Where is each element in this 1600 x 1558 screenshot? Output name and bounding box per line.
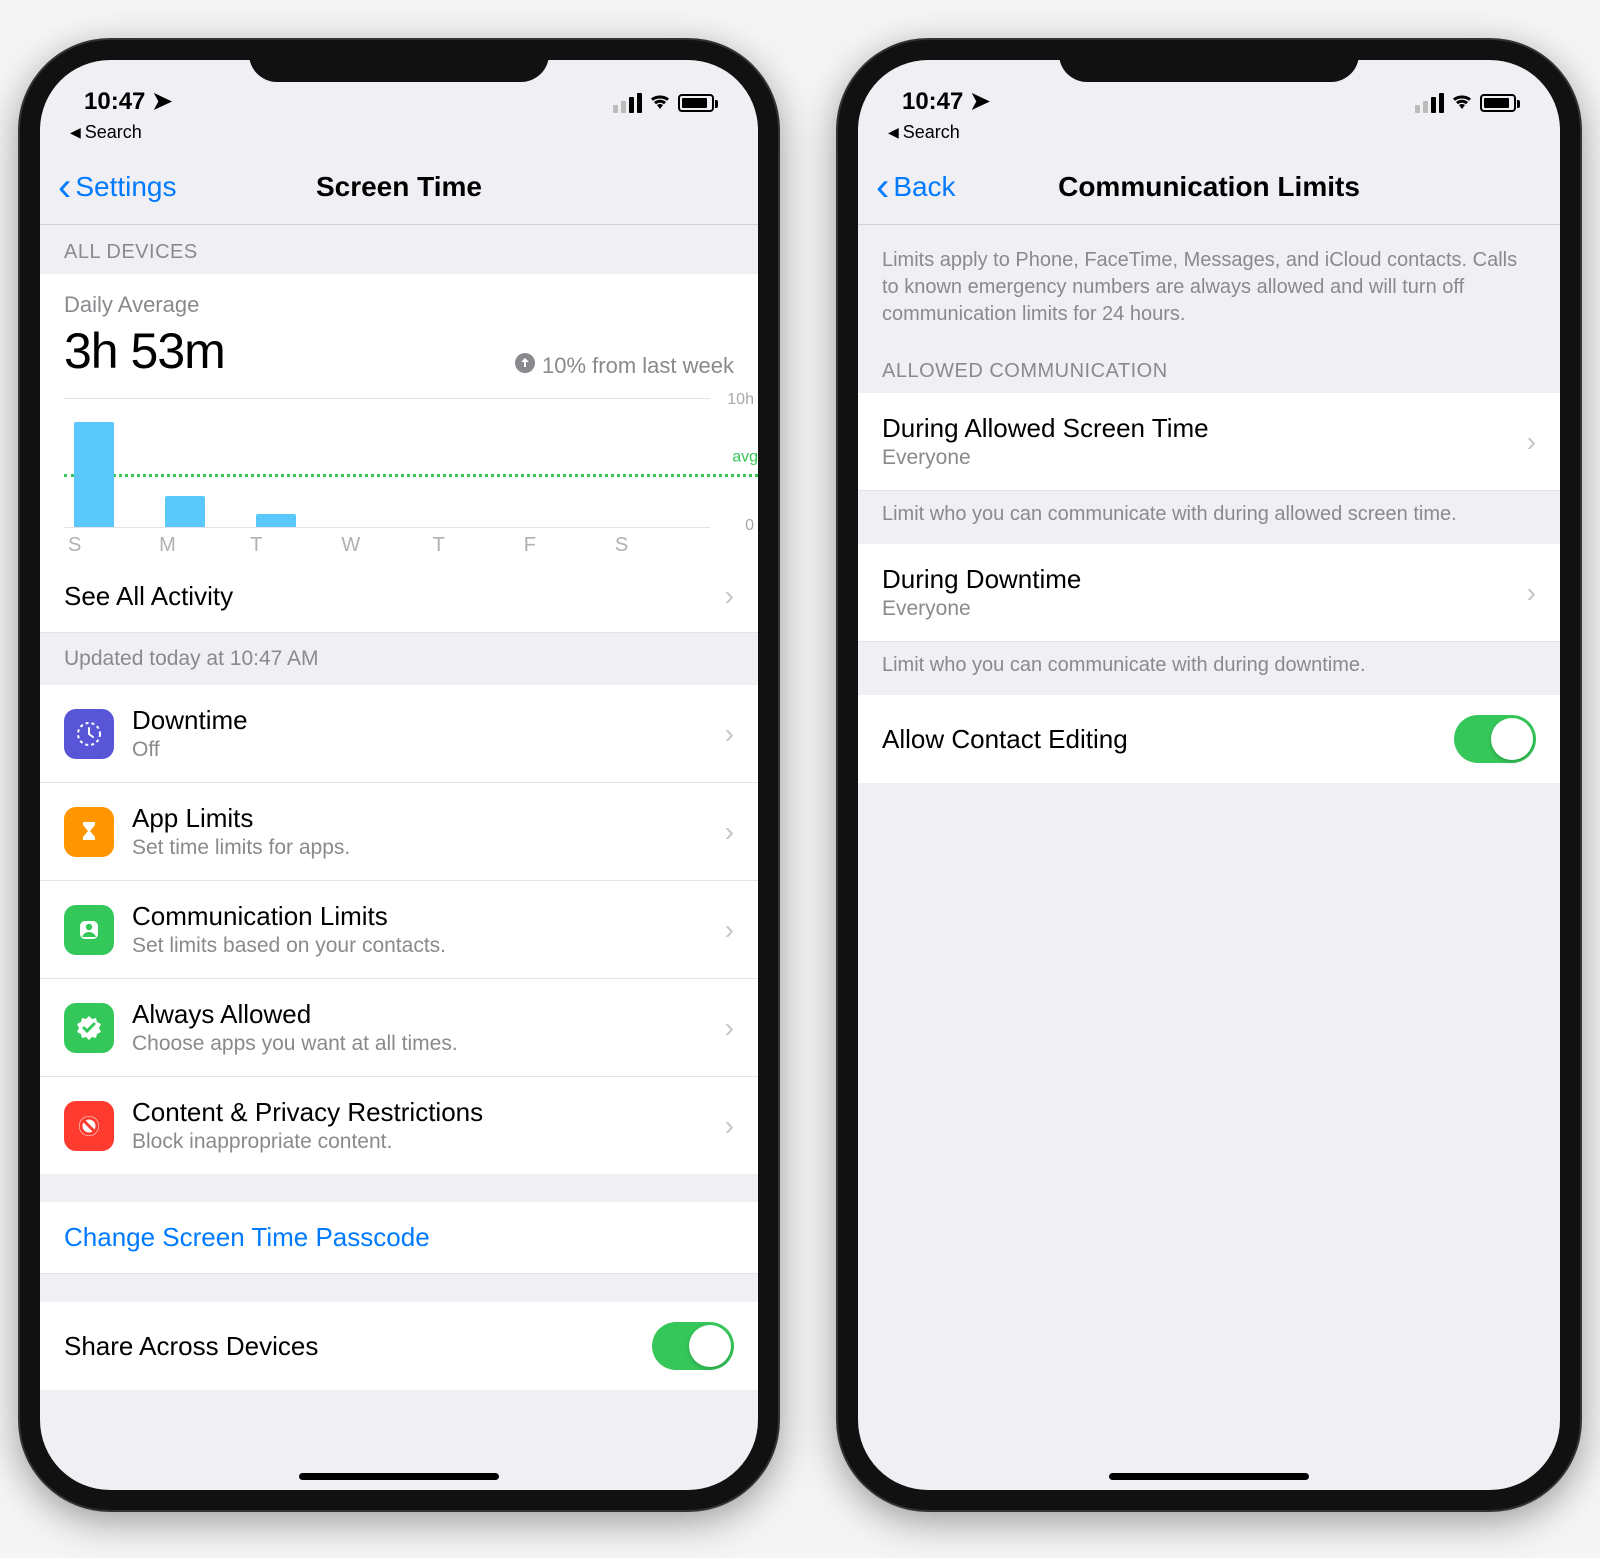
change-passcode-row[interactable]: Change Screen Time Passcode (40, 1202, 758, 1274)
checkmark-badge-icon (64, 1003, 114, 1053)
nav-back-button[interactable]: ‹ Settings (58, 171, 177, 203)
home-indicator[interactable] (299, 1473, 499, 1480)
chevron-right-icon: › (725, 1012, 734, 1044)
during-downtime-row[interactable]: During Downtime Everyone › (858, 544, 1560, 642)
section-header-allowed: ALLOWED COMMUNICATION (858, 344, 1560, 393)
wifi-icon (648, 90, 672, 116)
chevron-right-icon: › (1527, 577, 1536, 609)
content-restrictions-row[interactable]: Content & Privacy Restrictions Block ina… (40, 1077, 758, 1174)
no-entry-icon (64, 1101, 114, 1151)
status-time: 10:47 ➤ (902, 87, 990, 116)
section-header-all-devices: ALL DEVICES (40, 225, 758, 274)
see-all-activity-row[interactable]: See All Activity › (40, 560, 758, 633)
nav-back-button[interactable]: ‹ Back (876, 171, 956, 203)
chart-avg-line (64, 474, 758, 477)
status-time: 10:47 ➤ (84, 87, 172, 116)
allow-contact-editing-row: Allow Contact Editing (858, 695, 1560, 783)
breadcrumb[interactable]: ◀Search (40, 120, 758, 149)
chevron-right-icon: › (725, 580, 734, 612)
daily-average-label: Daily Average (64, 292, 734, 318)
chevron-left-icon: ‹ (876, 177, 889, 197)
hourglass-icon (64, 807, 114, 857)
breadcrumb[interactable]: ◀Search (858, 120, 1560, 149)
person-icon (64, 905, 114, 955)
nav-bar: ‹ Settings Screen Time (40, 149, 758, 225)
cellular-icon (613, 93, 642, 113)
during-allowed-row[interactable]: During Allowed Screen Time Everyone › (858, 393, 1560, 491)
battery-icon (678, 94, 714, 112)
share-toggle[interactable] (652, 1322, 734, 1370)
home-indicator[interactable] (1109, 1473, 1309, 1480)
chart-bar (165, 496, 205, 527)
app-limits-row[interactable]: App Limits Set time limits for apps. › (40, 783, 758, 881)
location-icon: ➤ (970, 88, 990, 115)
chevron-right-icon: › (725, 816, 734, 848)
arrow-up-icon (514, 352, 536, 380)
communication-limits-row[interactable]: Communication Limits Set limits based on… (40, 881, 758, 979)
daily-average-value: 3h 53m (64, 322, 225, 380)
contact-editing-toggle[interactable] (1454, 715, 1536, 763)
chevron-right-icon: › (725, 1110, 734, 1142)
nav-bar: ‹ Back Communication Limits (858, 149, 1560, 225)
share-across-devices-row: Share Across Devices (40, 1302, 758, 1390)
phone-frame-right: 10:47 ➤ ◀Search ‹ Back Communication Lim… (838, 40, 1580, 1510)
intro-text: Limits apply to Phone, FaceTime, Message… (858, 225, 1560, 344)
downtime-row[interactable]: Downtime Off › (40, 685, 758, 783)
page-title: Screen Time (316, 171, 482, 203)
daily-average-card: Daily Average 3h 53m 10% from last week (40, 274, 758, 380)
page-title: Communication Limits (1058, 171, 1360, 203)
wifi-icon (1450, 90, 1474, 116)
daily-delta: 10% from last week (514, 352, 734, 380)
chart-bar (74, 422, 114, 527)
cellular-icon (1415, 93, 1444, 113)
back-triangle-icon: ◀ (888, 124, 899, 141)
downtime-icon (64, 709, 114, 759)
downtime-footer: Limit who you can communicate with durin… (858, 642, 1560, 695)
chevron-right-icon: › (725, 914, 734, 946)
back-triangle-icon: ◀ (70, 124, 81, 141)
phone-frame-left: 10:47 ➤ ◀Search ‹ Settings Screen Time A… (20, 40, 778, 1510)
chevron-left-icon: ‹ (58, 177, 71, 197)
battery-icon (1480, 94, 1516, 112)
chevron-right-icon: › (725, 718, 734, 750)
always-allowed-row[interactable]: Always Allowed Choose apps you want at a… (40, 979, 758, 1077)
chart-x-labels: SMTWTFS (64, 528, 710, 557)
notch (1059, 40, 1359, 82)
usage-chart: 10h 0 avg SMTWTFS (40, 380, 758, 560)
chevron-right-icon: › (1527, 426, 1536, 458)
allowed-footer: Limit who you can communicate with durin… (858, 491, 1560, 544)
notch (249, 40, 549, 82)
location-icon: ➤ (152, 88, 172, 115)
chart-avg-label: avg (732, 449, 758, 467)
chart-bar (256, 514, 296, 527)
updated-label: Updated today at 10:47 AM (40, 633, 758, 685)
